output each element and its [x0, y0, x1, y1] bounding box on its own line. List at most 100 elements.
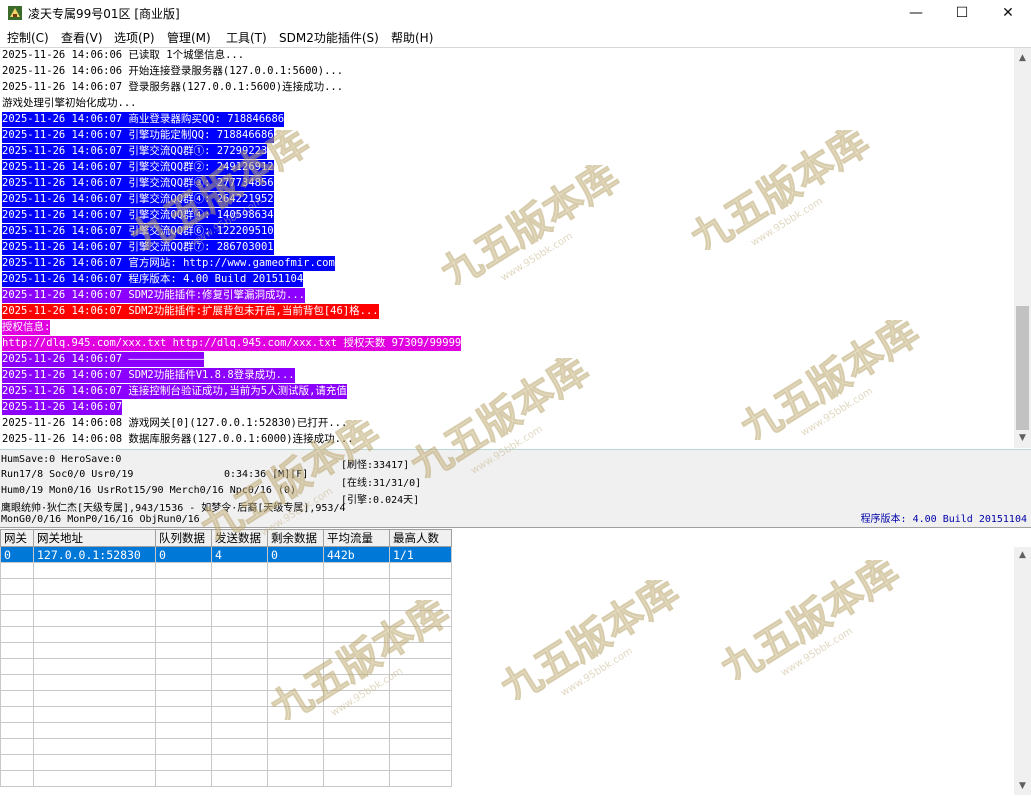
- table-cell: [155, 690, 212, 707]
- menu-sdm2-plugin[interactable]: SDM2功能插件(S): [279, 29, 379, 46]
- log-scroll-thumb[interactable]: [1016, 306, 1029, 430]
- table-cell: [33, 770, 156, 787]
- table-cell: [0, 578, 34, 595]
- log-line: 2025-11-26 14:06:07 引擎交流QQ群③: 277734856: [2, 176, 274, 191]
- grid-scrollbar[interactable]: ▲ ▼: [1014, 547, 1031, 795]
- table-cell: [33, 706, 156, 723]
- menu-options[interactable]: 选项(P): [114, 29, 155, 46]
- table-row[interactable]: 0 127.0.0.1:52830 0 4 0 442b 1/1: [0, 546, 452, 563]
- grid-scroll-down-icon[interactable]: ▼: [1014, 778, 1031, 795]
- log-line: 2025-11-26 14:06:07 官方网站: http://www.gam…: [2, 256, 335, 271]
- log-line: 2025-11-26 14:06:07 程序版本: 4.00 Build 201…: [2, 272, 304, 287]
- table-cell: [155, 642, 212, 659]
- table-cell: [33, 562, 156, 579]
- log-scrollbar[interactable]: ▲ ▼: [1014, 48, 1031, 448]
- table-cell: [211, 642, 268, 659]
- menu-tools[interactable]: 工具(T): [226, 29, 267, 46]
- log-line: 2025-11-26 14:06:07 引擎交流QQ群⑥: 122209510: [2, 224, 274, 239]
- table-cell: [211, 690, 268, 707]
- table-cell: [267, 562, 324, 579]
- table-cell: [211, 594, 268, 611]
- scroll-down-icon[interactable]: ▼: [1014, 430, 1031, 447]
- table-row-empty[interactable]: [0, 578, 452, 595]
- table-row-empty[interactable]: [0, 594, 452, 611]
- minimize-button[interactable]: —: [893, 0, 939, 26]
- menu-manage[interactable]: 管理(M): [167, 29, 211, 46]
- table-cell: [0, 562, 34, 579]
- table-cell: [323, 706, 390, 723]
- table-cell: [33, 642, 156, 659]
- col-gateway[interactable]: 网关: [0, 529, 34, 547]
- status-hero-info: 鹰眼统帅·狄仁杰[天级专属],943/1536 - 如梦令·后裔[天级专属],9…: [1, 503, 346, 514]
- menu-view[interactable]: 查看(V): [61, 29, 103, 46]
- menu-help[interactable]: 帮助(H): [391, 29, 433, 46]
- col-max-users[interactable]: 最高人数: [389, 529, 452, 547]
- window-title: 凌天专属99号01区 [商业版]: [28, 7, 180, 21]
- table-cell: 0: [0, 546, 34, 563]
- table-cell: [267, 770, 324, 787]
- gateway-header-row: 网关 网关地址 队列数据 发送数据 剩余数据 平均流量 最高人数: [0, 529, 452, 547]
- col-gateway-address[interactable]: 网关地址: [33, 529, 156, 547]
- menu-bar: 控制(C) 查看(V) 选项(P) 管理(M) 工具(T) SDM2功能插件(S…: [0, 27, 1031, 48]
- col-average-traffic[interactable]: 平均流量: [323, 529, 390, 547]
- table-cell: [211, 674, 268, 691]
- table-cell: [155, 722, 212, 739]
- table-cell: [267, 674, 324, 691]
- table-cell: [155, 562, 212, 579]
- table-row-empty[interactable]: [0, 626, 452, 643]
- table-cell: [267, 754, 324, 771]
- table-row-empty[interactable]: [0, 754, 452, 771]
- grid-scroll-up-icon[interactable]: ▲: [1014, 547, 1031, 564]
- status-refresh: [刷怪:33417]: [341, 460, 410, 471]
- table-row-empty[interactable]: [0, 674, 452, 691]
- log-line: 2025-11-26 14:06:08 游戏网关[0](127.0.0.1:52…: [2, 417, 348, 429]
- log-line: 2025-11-26 14:06:07 SDM2功能插件:扩展背包未开启,当前背…: [2, 304, 379, 319]
- table-row-empty[interactable]: [0, 658, 452, 675]
- log-line: 2025-11-26 14:06:06 开始连接登录服务器(127.0.0.1:…: [2, 65, 344, 77]
- table-row-empty[interactable]: [0, 722, 452, 739]
- menu-control[interactable]: 控制(C): [7, 29, 49, 46]
- log-line: 2025-11-26 14:06:07 登录服务器(127.0.0.1:5600…: [2, 81, 344, 93]
- scroll-up-icon[interactable]: ▲: [1014, 50, 1031, 67]
- gateway-table: 网关 网关地址 队列数据 发送数据 剩余数据 平均流量 最高人数 0 127.0.…: [0, 529, 452, 787]
- table-cell: 127.0.0.1:52830: [33, 546, 156, 563]
- maximize-button[interactable]: ☐: [939, 0, 985, 26]
- table-cell: [389, 562, 452, 579]
- close-button[interactable]: ✕: [985, 0, 1031, 26]
- table-cell: [33, 738, 156, 755]
- table-cell: [211, 738, 268, 755]
- status-mon: MonG0/0/16 MonP0/16/16 ObjRun0/16: [1, 514, 200, 525]
- table-cell: [0, 706, 34, 723]
- table-row-empty[interactable]: [0, 562, 452, 579]
- table-row-empty[interactable]: [0, 642, 452, 659]
- col-send-data[interactable]: 发送数据: [211, 529, 268, 547]
- table-row-empty[interactable]: [0, 690, 452, 707]
- table-cell: [323, 722, 390, 739]
- app-icon: [8, 6, 22, 20]
- table-row-empty[interactable]: [0, 738, 452, 755]
- table-cell: [155, 754, 212, 771]
- gateway-grid[interactable]: 网关 网关地址 队列数据 发送数据 剩余数据 平均流量 最高人数 0 127.0.…: [0, 527, 1031, 796]
- log-output[interactable]: 2025-11-26 14:06:06 已读取 1个城堡信息... 2025-11…: [0, 48, 1014, 448]
- log-line: 2025-11-26 14:06:07 SDM2功能插件:修复引擎漏洞成功...: [2, 288, 306, 303]
- col-queue-data[interactable]: 队列数据: [155, 529, 212, 547]
- table-cell: [33, 594, 156, 611]
- table-cell: [323, 770, 390, 787]
- table-row-empty[interactable]: [0, 706, 452, 723]
- table-cell: [323, 658, 390, 675]
- table-cell: 4: [211, 546, 268, 563]
- table-cell: 442b: [323, 546, 390, 563]
- table-cell: [155, 738, 212, 755]
- log-line: http://dlq.945.com/xxx.txt http://dlq.94…: [2, 336, 462, 351]
- col-remaining-data[interactable]: 剩余数据: [267, 529, 324, 547]
- table-cell: [211, 626, 268, 643]
- table-cell: [389, 578, 452, 595]
- log-line: 2025-11-26 14:06:07 引擎交流QQ群②: 249126912: [2, 160, 274, 175]
- table-cell: [267, 738, 324, 755]
- table-cell: [267, 706, 324, 723]
- table-row-empty[interactable]: [0, 770, 452, 787]
- table-cell: [0, 674, 34, 691]
- table-cell: [323, 690, 390, 707]
- table-cell: [0, 594, 34, 611]
- table-row-empty[interactable]: [0, 610, 452, 627]
